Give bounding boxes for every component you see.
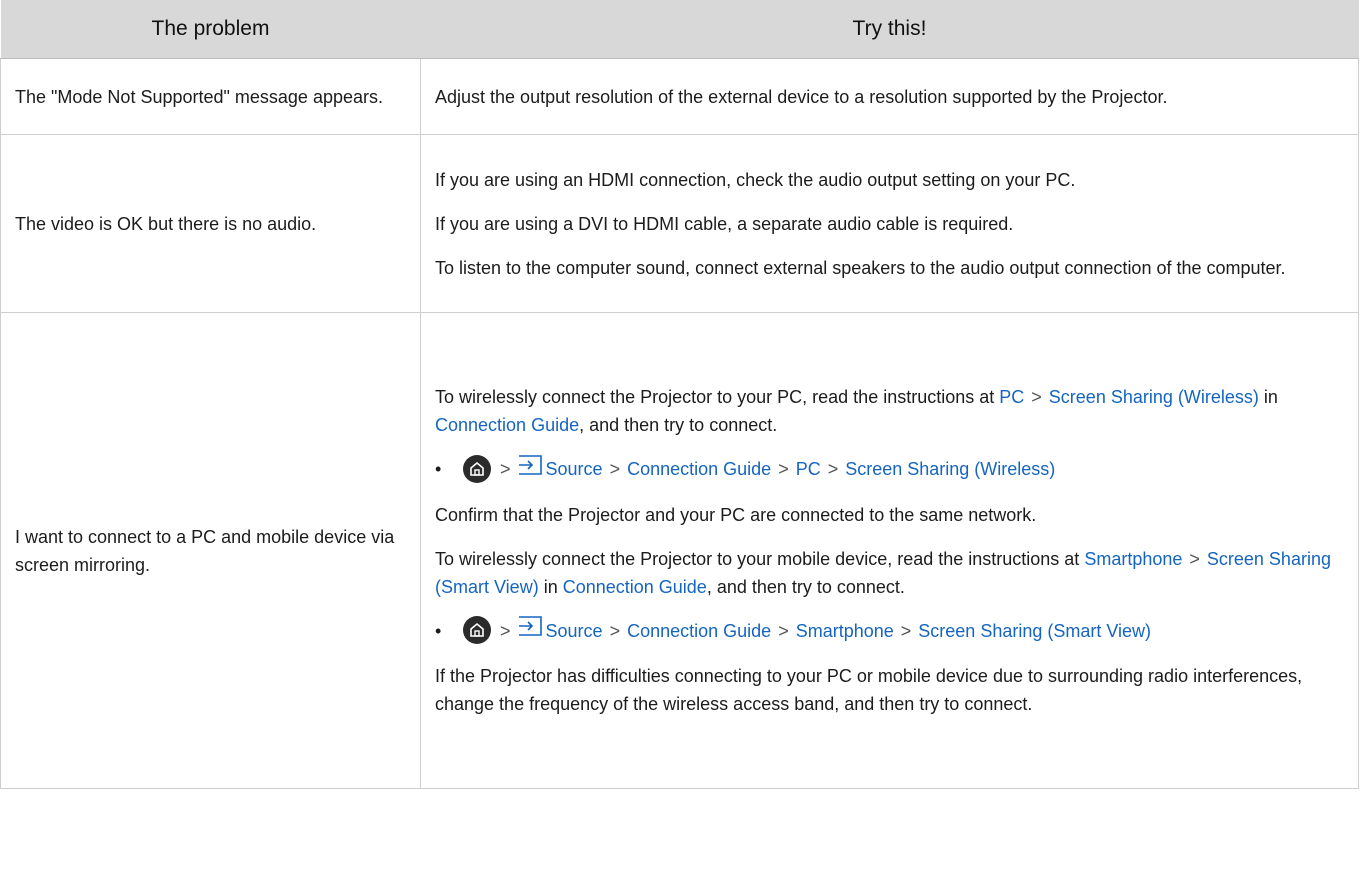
chevron-right-icon: > (778, 459, 789, 480)
header-try-this: Try this! (420, 0, 1359, 59)
problem-cell: The video is OK but there is no audio. (0, 134, 421, 313)
solution-text: Confirm that the Projector and your PC a… (435, 504, 1037, 525)
table-header-row: The problem Try this! (0, 0, 1359, 59)
link-connection-guide[interactable]: Connection Guide (627, 621, 771, 641)
link-smartphone[interactable]: Smartphone (796, 621, 894, 641)
link-screen-sharing-wireless[interactable]: Screen Sharing (Wireless) (845, 459, 1055, 479)
link-connection-guide[interactable]: Connection Guide (435, 415, 579, 435)
problem-cell: I want to connect to a PC and mobile dev… (0, 312, 421, 789)
solution-text: If you are using an HDMI connection, che… (435, 169, 1076, 190)
text-run: in (1258, 387, 1278, 408)
text-run: , and then try to connect. (706, 576, 905, 597)
bullet: • (435, 620, 442, 641)
solution-cell: If you are using an HDMI connection, che… (420, 134, 1359, 313)
chevron-right-icon: > (1189, 548, 1200, 569)
troubleshooting-table: The problem Try this! The "Mode Not Supp… (0, 0, 1359, 789)
home-icon[interactable] (463, 454, 491, 483)
solution-text: If you are using a DVI to HDMI cable, a … (435, 213, 1014, 234)
solution-cell: To wirelessly connect the Projector to y… (420, 312, 1359, 789)
problem-cell: The "Mode Not Supported" message appears… (0, 58, 421, 135)
link-connection-guide[interactable]: Connection Guide (627, 459, 771, 479)
link-source[interactable]: Source (546, 621, 603, 641)
text-run: , and then try to connect. (579, 415, 778, 436)
source-icon (518, 454, 542, 483)
link-smartphone[interactable]: Smartphone (1084, 549, 1182, 569)
source-icon (518, 615, 542, 644)
table-row: The video is OK but there is no audio. I… (0, 134, 1359, 313)
solution-text: To wirelessly connect the Projector to y… (435, 383, 1344, 439)
solution-text: To wirelessly connect the Projector to y… (435, 545, 1344, 601)
chevron-right-icon: > (500, 620, 511, 641)
link-pc[interactable]: PC (796, 459, 821, 479)
solution-text: To listen to the computer sound, connect… (435, 257, 1286, 278)
menu-path: • > Source > Connection Guide > Smartphone > Scr… (435, 615, 1344, 646)
chevron-right-icon: > (827, 459, 839, 480)
home-icon[interactable] (463, 615, 491, 644)
text-run: in (538, 576, 563, 597)
link-connection-guide[interactable]: Connection Guide (563, 577, 707, 597)
solution-cell: Adjust the output resolution of the exte… (420, 58, 1359, 135)
bullet: • (435, 459, 442, 480)
chevron-right-icon: > (900, 620, 912, 641)
chevron-right-icon: > (609, 459, 621, 480)
header-problem: The problem (0, 0, 421, 59)
chevron-right-icon: > (609, 620, 621, 641)
chevron-right-icon: > (1031, 387, 1042, 408)
menu-path: • > Source > Connection Guide > PC > Screen Shar… (435, 454, 1344, 484)
text-run: To wirelessly connect the Projector to y… (435, 548, 1085, 569)
text-run: To wirelessly connect the Projector to y… (435, 387, 1000, 408)
troubleshooting-page: The problem Try this! The "Mode Not Supp… (0, 0, 1370, 880)
chevron-right-icon: > (778, 620, 789, 641)
table-row: I want to connect to a PC and mobile dev… (0, 312, 1359, 789)
solution-text: Adjust the output resolution of the exte… (435, 86, 1168, 107)
link-source[interactable]: Source (546, 459, 603, 479)
table-row: The "Mode Not Supported" message appears… (0, 58, 1359, 135)
solution-text: If the Projector has difficulties connec… (435, 665, 1303, 714)
link-pc[interactable]: PC (999, 387, 1024, 407)
chevron-right-icon: > (500, 459, 511, 480)
link-screen-sharing-wireless[interactable]: Screen Sharing (Wireless) (1049, 387, 1259, 407)
link-screen-sharing-smart-view[interactable]: Screen Sharing (Smart View) (918, 621, 1151, 641)
